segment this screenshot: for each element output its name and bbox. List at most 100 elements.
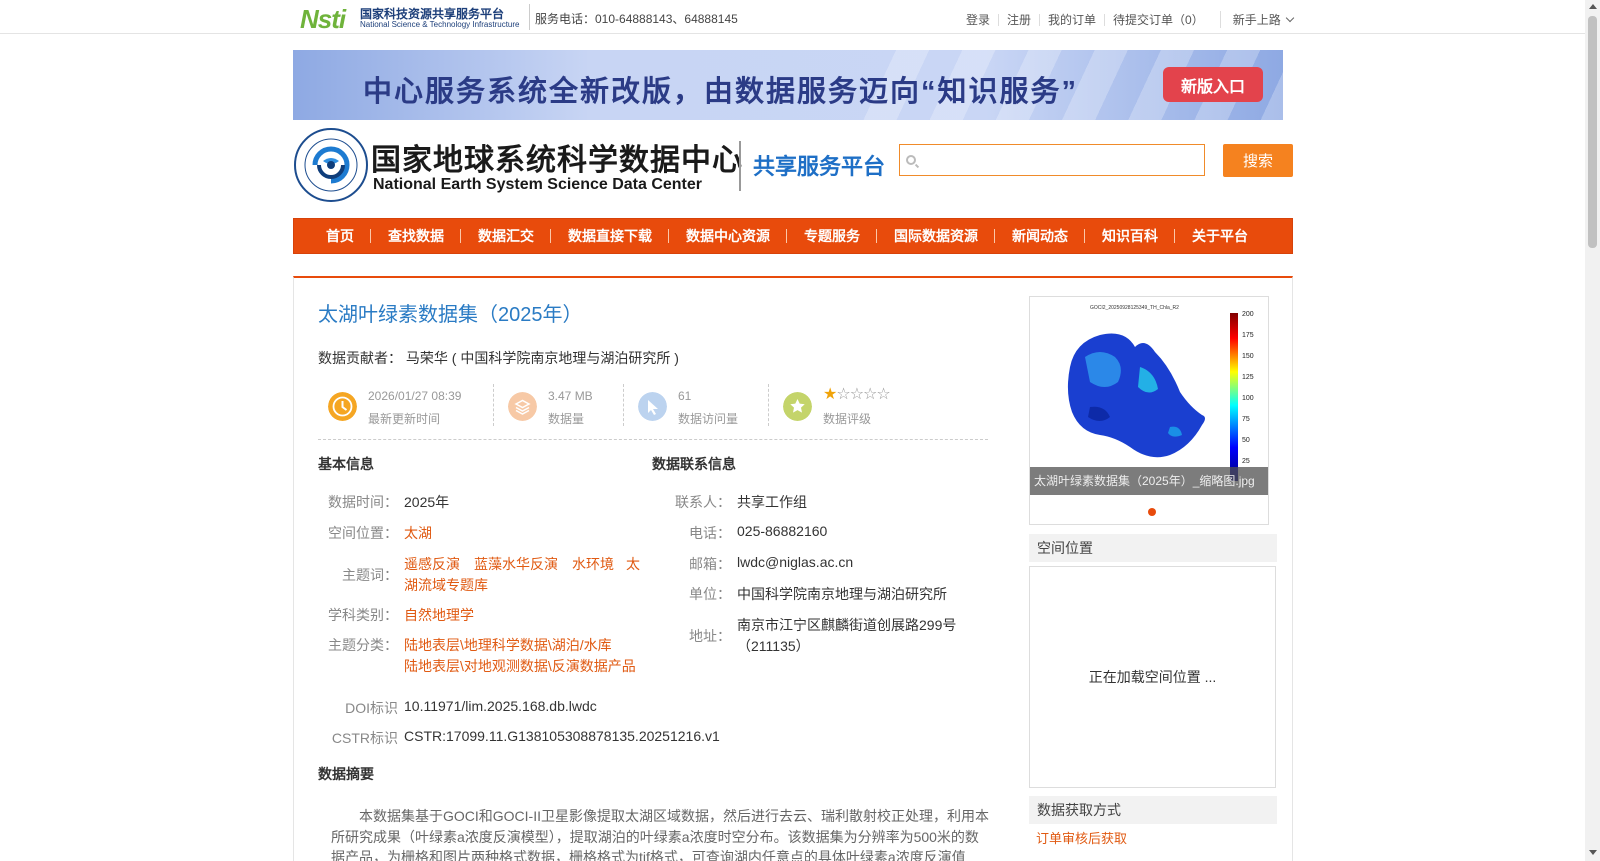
register-link[interactable]: 注册: [998, 13, 1039, 26]
new-version-button[interactable]: 新版入口: [1163, 67, 1263, 102]
colorbar-tick: 50: [1242, 437, 1250, 444]
carousel-dot[interactable]: [1148, 508, 1156, 516]
nav-find-data[interactable]: 查找数据: [371, 229, 461, 243]
header-divider: [739, 141, 741, 191]
field-cstr-value[interactable]: CSTR:17099.11.G138105308878135.20251216.…: [404, 728, 720, 744]
stat-size-value: 3.47 MB: [548, 389, 593, 403]
field-time-value: 2025年: [404, 494, 450, 510]
nav-about[interactable]: 关于平台: [1175, 229, 1265, 243]
stat-size-label: 数据量: [548, 412, 585, 426]
page-scrollbar[interactable]: [1585, 0, 1600, 861]
divider: [529, 4, 530, 30]
contact-org-key: 单位：: [689, 586, 731, 602]
top-links: 登录 注册 我的订单 待提交订单（0） 新手上路: [962, 11, 1294, 28]
pending-orders-link[interactable]: 待提交订单（0）: [1104, 13, 1212, 26]
search-icon: [906, 155, 916, 165]
rating-stars[interactable]: ★☆☆☆☆: [823, 384, 891, 404]
dataset-detail: 太湖叶绿素数据集（2025年） 数据贡献者： 马荣华 ( 中国科学院南京地理与湖…: [293, 276, 1293, 861]
cursor-icon: [638, 392, 667, 421]
nsti-logo[interactable]: Nsti 国家科技资源共享服务平台 National Science & Tec…: [300, 2, 526, 34]
main-nav: 首页 查找数据 数据汇交 数据直接下载 数据中心资源 专题服务 国际数据资源 新…: [293, 218, 1293, 254]
colorbar-tick: 125: [1242, 374, 1254, 381]
map-loading-text: 正在加载空间位置 ...: [1088, 669, 1217, 685]
colorbar-tick: 150: [1242, 353, 1254, 360]
contact-person-key: 联系人：: [675, 494, 731, 510]
nav-direct-download[interactable]: 数据直接下载: [551, 229, 669, 243]
colorbar-tick: 175: [1242, 332, 1254, 339]
search-button[interactable]: 搜索: [1223, 144, 1293, 177]
stat-size: 3.47 MB 数据量: [498, 384, 618, 428]
scroll-down-icon[interactable]: [1589, 850, 1597, 855]
banner-text: 中心服务系统全新改版，由数据服务迈向“知识服务”: [363, 76, 1079, 108]
field-keywords-key: 主题词：: [342, 567, 398, 583]
stat-updated-label: 最新更新时间: [368, 412, 441, 426]
field-subject-link[interactable]: 自然地理学: [404, 605, 474, 625]
field-category-key: 主题分类：: [328, 637, 398, 653]
star-empty-icon[interactable]: ☆: [863, 386, 877, 403]
field-doi-value[interactable]: 10.11971/lim.2025.168.db.lwdc: [404, 698, 597, 714]
keyword-link[interactable]: 蓝藻水华反演: [474, 554, 558, 574]
nsti-logo-en: National Science & Technology Infrastruc…: [360, 20, 520, 29]
data-access-method[interactable]: 订单审核后获取: [1036, 828, 1127, 847]
contact-phone-key: 电话：: [689, 525, 731, 541]
star-filled-icon[interactable]: ★: [823, 386, 837, 403]
service-hotline: 服务电话：010-64888143、64888145: [535, 12, 738, 26]
colorbar-tick: 100: [1242, 395, 1254, 402]
star-empty-icon[interactable]: ☆: [850, 386, 864, 403]
contributor-value: 马荣华 ( 中国科学院南京地理与湖泊研究所 ): [405, 350, 679, 366]
stat-visits-label: 数据访问量: [678, 412, 739, 426]
layers-icon: [508, 392, 537, 421]
contact-org-value: 中国科学院南京地理与湖泊研究所: [737, 586, 947, 602]
nav-center-resources[interactable]: 数据中心资源: [669, 229, 787, 243]
field-cstr-key: CSTR标识: [331, 730, 398, 746]
search-input[interactable]: [922, 149, 1198, 171]
stat-visits-value: 61: [678, 389, 692, 403]
nav-intl-resources[interactable]: 国际数据资源: [877, 229, 995, 243]
stat-updated: 2026/01/27 08:39 最新更新时间: [318, 384, 488, 428]
nav-home[interactable]: 首页: [309, 229, 371, 243]
center-title-en: National Earth System Science Data Cente…: [373, 176, 703, 193]
colorbar-tick: 75: [1242, 416, 1250, 423]
top-bar: Nsti 国家科技资源共享服务平台 National Science & Tec…: [0, 0, 1585, 34]
category-link[interactable]: 陆地表层\地理科学数据\湖泊/水库: [404, 635, 612, 655]
nav-knowledge[interactable]: 知识百科: [1085, 229, 1175, 243]
promo-banner[interactable]: 中心服务系统全新改版，由数据服务迈向“知识服务” 新版入口: [293, 50, 1283, 120]
beginner-guide-dropdown[interactable]: 新手上路: [1219, 11, 1294, 28]
contact-address-line1: 南京市江宁区麒麟街道创展路299号: [737, 617, 957, 633]
scroll-up-icon[interactable]: [1589, 4, 1597, 9]
star-badge-icon: [783, 392, 812, 421]
scrollbar-thumb[interactable]: [1588, 16, 1597, 248]
stat-divider: [768, 384, 769, 426]
contact-email-key: 邮箱：: [689, 556, 731, 572]
star-empty-icon[interactable]: ☆: [876, 386, 890, 403]
nav-data-submission[interactable]: 数据汇交: [461, 229, 551, 243]
colorbar-tick: 200: [1242, 311, 1254, 318]
field-subject-key: 学科类别：: [328, 607, 398, 623]
field-time-key: 数据时间：: [328, 494, 398, 510]
star-empty-icon[interactable]: ☆: [836, 386, 850, 403]
nav-news[interactable]: 新闻动态: [995, 229, 1085, 243]
spatial-location-header: 空间位置: [1029, 534, 1277, 562]
my-orders-link[interactable]: 我的订单: [1039, 13, 1104, 26]
field-doi-key: DOI标识: [345, 700, 398, 716]
nav-topic-services[interactable]: 专题服务: [787, 229, 877, 243]
thumbnail-carousel[interactable]: GOCI2_20250928125349_TH_Chla_R2 200 175 …: [1029, 296, 1269, 525]
nsti-logo-mark: Nsti: [300, 4, 346, 34]
keyword-link[interactable]: 水环境: [572, 554, 614, 574]
field-location-link[interactable]: 太湖: [404, 523, 432, 543]
keyword-link[interactable]: 遥感反演: [404, 554, 460, 574]
category-link[interactable]: 陆地表层\对地观测数据\反演数据产品: [404, 656, 636, 676]
platform-title: 共享服务平台: [753, 154, 886, 179]
contributor-line: 数据贡献者： 马荣华 ( 中国科学院南京地理与湖泊研究所 ): [318, 348, 679, 368]
spatial-map[interactable]: 正在加载空间位置 ...: [1029, 566, 1276, 788]
data-access-header: 数据获取方式: [1029, 796, 1277, 824]
contact-address-key: 地址：: [689, 628, 731, 644]
keyword-link[interactable]: 湖流域专题库: [404, 575, 488, 595]
contact-address-line2: （211135）: [737, 638, 810, 654]
dataset-stats: 2026/01/27 08:39 最新更新时间 3.47 MB 数据量 61 数…: [318, 378, 988, 440]
dataset-title: 太湖叶绿素数据集（2025年）: [318, 304, 583, 326]
data-center-logo-icon[interactable]: [293, 127, 369, 203]
login-link[interactable]: 登录: [962, 14, 998, 26]
stat-visits: 61 数据访问量: [628, 384, 763, 428]
contact-email-value[interactable]: lwdc@niglas.ac.cn: [737, 554, 853, 570]
